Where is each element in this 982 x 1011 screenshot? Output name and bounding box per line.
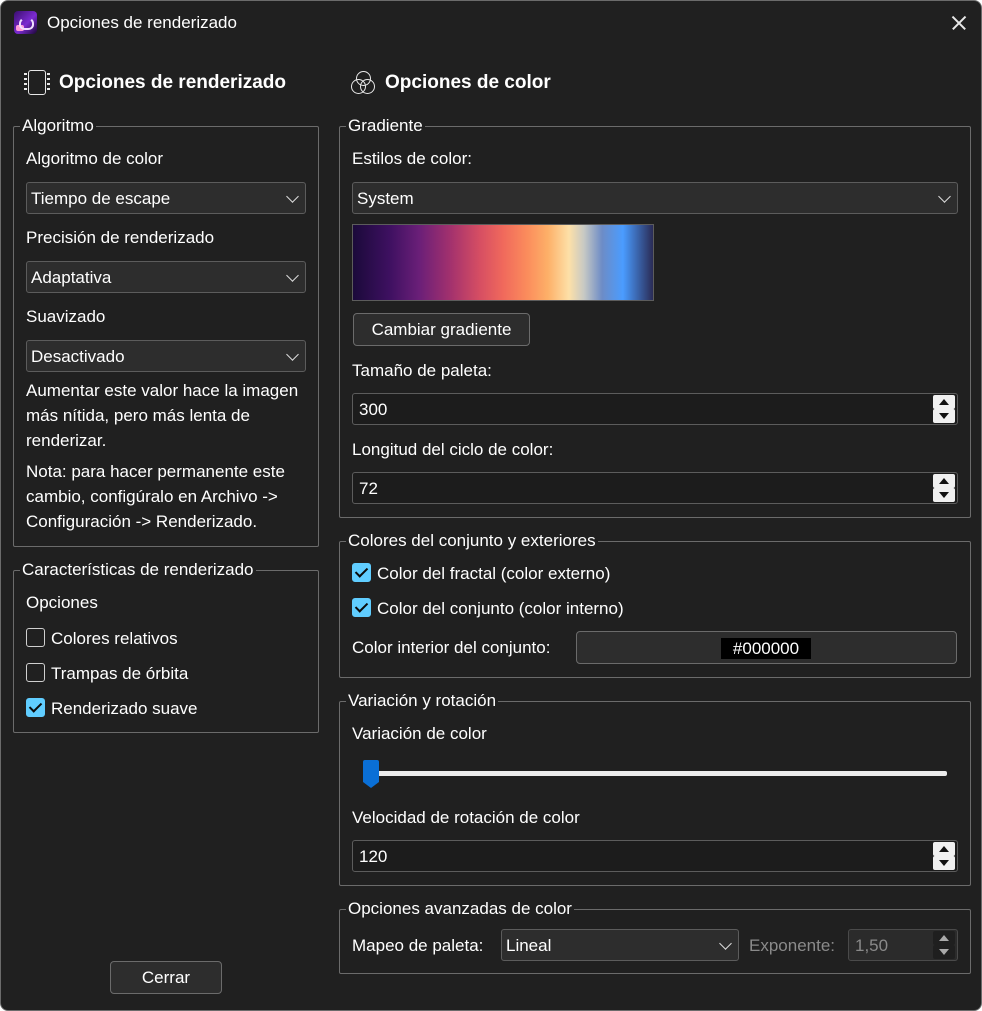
variation-legend: Variación y rotación <box>346 691 499 711</box>
decrement-icon[interactable] <box>933 856 955 870</box>
palette-size-label: Tamaño de paleta: <box>352 361 492 380</box>
increment-icon[interactable] <box>933 474 955 488</box>
color-algorithm-label: Algoritmo de color <box>26 149 164 168</box>
options-label: Opciones <box>26 593 98 612</box>
precision-value: Adaptativa <box>31 268 112 287</box>
features-legend: Características de renderizado <box>20 560 256 580</box>
fractal-color-label[interactable]: Color del fractal (color externo) <box>377 564 610 584</box>
chevron-down-icon <box>719 937 732 950</box>
cycle-length-value: 72 <box>359 479 378 498</box>
color-algorithm-value: Tiempo de escape <box>31 189 171 208</box>
color-options-heading: Opciones de color <box>385 72 551 93</box>
smoothing-value: Desactivado <box>31 347 125 366</box>
algorithm-legend: Algoritmo <box>20 116 96 136</box>
window-title: Opciones de renderizado <box>47 13 237 32</box>
smoothing-select[interactable]: Desactivado <box>26 340 306 372</box>
set-color-label[interactable]: Color del conjunto (color interno) <box>377 599 624 619</box>
gradient-preview <box>352 224 654 301</box>
title-bar: Opciones de renderizado <box>1 1 981 45</box>
cycle-length-label: Longitud del ciclo de color: <box>352 440 554 459</box>
set-color-checkbox[interactable] <box>352 598 371 617</box>
chevron-down-icon <box>286 348 299 361</box>
increment-icon[interactable] <box>933 842 955 856</box>
increment-icon[interactable] <box>933 931 955 945</box>
chip-icon <box>24 70 50 95</box>
relative-colors-checkbox[interactable] <box>26 628 45 647</box>
slider-handle[interactable] <box>363 760 379 788</box>
color-styles-value: System <box>357 189 414 208</box>
rotation-speed-spinbox[interactable]: 120 <box>352 840 958 872</box>
color-styles-select[interactable]: System <box>352 182 958 214</box>
precision-select[interactable]: Adaptativa <box>26 261 306 293</box>
render-options-heading: Opciones de renderizado <box>59 72 286 93</box>
palette-mapping-select[interactable]: Lineal <box>501 929 739 961</box>
gradient-legend: Gradiente <box>346 116 425 136</box>
chevron-down-icon <box>286 269 299 282</box>
smoothing-label: Suavizado <box>26 307 106 326</box>
settings-note: Nota: para hacer permanente este cambio,… <box>26 462 285 531</box>
palette-mapping-label: Mapeo de paleta: <box>352 936 484 955</box>
color-circles-icon <box>350 70 376 96</box>
increment-icon[interactable] <box>933 395 955 409</box>
decrement-icon[interactable] <box>933 488 955 502</box>
smoothing-hint: Aumentar este valor hace la imagen más n… <box>26 381 299 450</box>
orbit-traps-label[interactable]: Trampas de órbita <box>51 664 188 684</box>
rotation-speed-label: Velocidad de rotación de color <box>352 808 580 827</box>
cycle-length-spinbox[interactable]: 72 <box>352 472 958 504</box>
interior-color-label: Color interior del conjunto: <box>352 638 551 657</box>
relative-colors-label[interactable]: Colores relativos <box>51 629 178 649</box>
interior-color-button[interactable]: #000000 <box>576 631 957 664</box>
close-button[interactable]: Cerrar <box>110 961 222 994</box>
palette-size-value: 300 <box>359 400 388 419</box>
color-algorithm-select[interactable]: Tiempo de escape <box>26 182 306 214</box>
chevron-down-icon <box>286 190 299 203</box>
smooth-render-label[interactable]: Renderizado suave <box>51 699 197 719</box>
exponent-value: 1,50 <box>855 936 889 955</box>
palette-mapping-value: Lineal <box>506 936 552 955</box>
palette-size-spinbox[interactable]: 300 <box>352 393 958 425</box>
change-gradient-button[interactable]: Cambiar gradiente <box>353 313 530 346</box>
orbit-traps-checkbox[interactable] <box>26 663 45 682</box>
exponent-label: Exponente: <box>749 936 836 955</box>
color-styles-label: Estilos de color: <box>352 149 472 168</box>
color-variation-label: Variación de color <box>352 724 487 743</box>
render-options-dialog: Opciones de renderizado Opciones de rend… <box>0 0 982 1011</box>
decrement-icon[interactable] <box>933 945 955 959</box>
fractal-color-checkbox[interactable] <box>352 563 371 582</box>
precision-label: Precisión de renderizado <box>26 228 215 247</box>
smooth-render-checkbox[interactable] <box>26 698 45 717</box>
exponent-spinbox[interactable]: 1,50 <box>848 929 958 961</box>
interior-color-value: #000000 <box>721 638 811 659</box>
advanced-legend: Opciones avanzadas de color <box>346 899 574 919</box>
decrement-icon[interactable] <box>933 409 955 423</box>
color-variation-slider[interactable] <box>367 771 947 776</box>
rotation-speed-value: 120 <box>359 847 388 866</box>
app-logo-icon <box>14 11 37 34</box>
close-icon[interactable] <box>935 1 981 45</box>
set-colors-legend: Colores del conjunto y exteriores <box>346 531 598 551</box>
chevron-down-icon <box>938 190 951 203</box>
